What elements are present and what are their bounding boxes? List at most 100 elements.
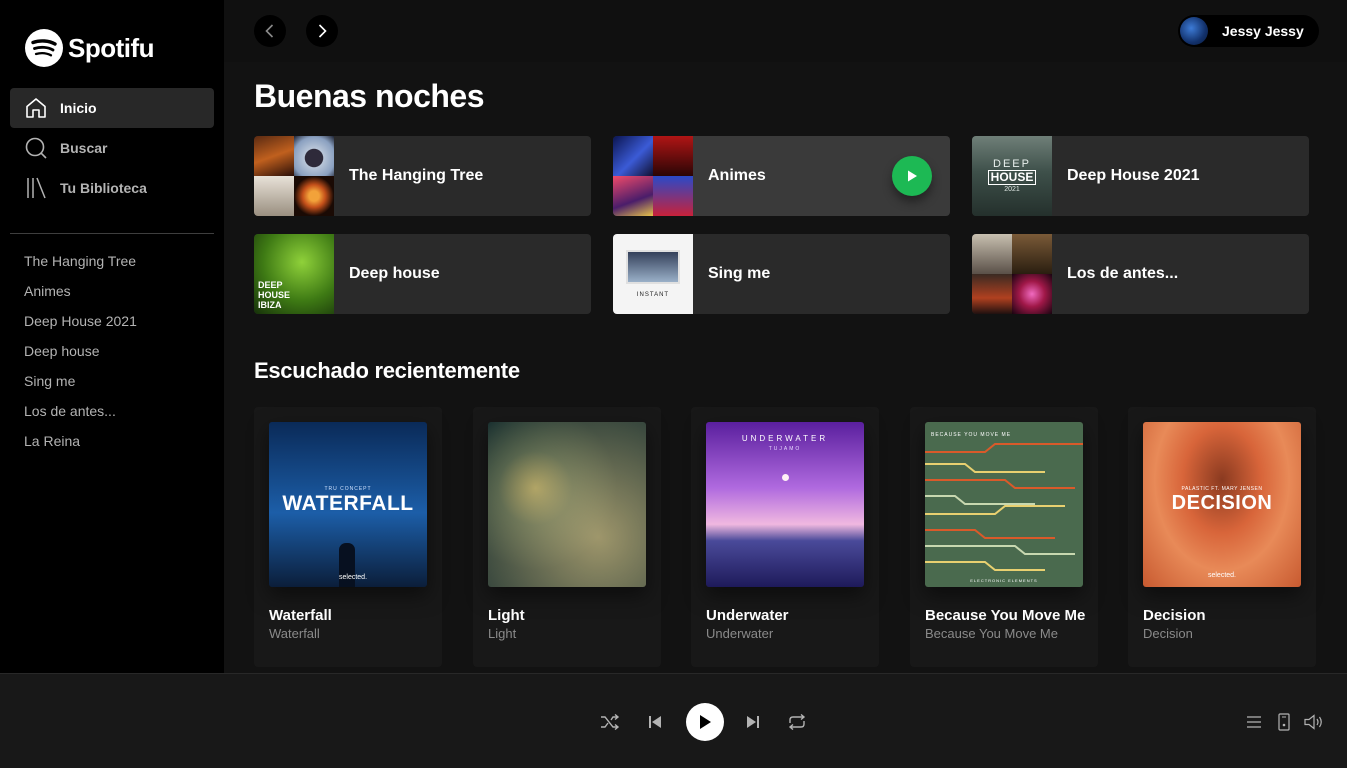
playlist-item[interactable]: The Hanging Tree	[24, 249, 137, 279]
card-title: Waterfall	[269, 607, 332, 624]
cover-text: INSTANT	[636, 292, 670, 298]
play-button-circle	[686, 702, 724, 741]
playlist-item[interactable]: Deep house	[24, 339, 137, 369]
recent-card[interactable]: BECAUSE YOU MOVE ME ELECTRONIC ELEMENTS …	[910, 407, 1098, 667]
cover-text: UNDERWATER	[741, 434, 829, 443]
play-pause-button[interactable]	[686, 674, 724, 768]
recent-card[interactable]: UNDERWATER TUJAMO Underwater Underwater	[691, 407, 879, 667]
cover-text: TUJAMO	[768, 446, 802, 452]
card-subtitle: Light	[488, 626, 517, 641]
recent-card[interactable]: PALASTIC FT. MARY JENSEN DECISION select…	[1128, 407, 1316, 667]
volume-icon	[1304, 713, 1322, 730]
user-menu-button[interactable]: Jessy Jessy	[1178, 15, 1319, 47]
main-nav: Inicio Buscar Tu Biblioteca	[10, 88, 214, 208]
next-icon	[747, 715, 759, 728]
cover-text: selected.	[488, 534, 490, 563]
device-icon	[1278, 712, 1290, 731]
logo-text: Spotifu	[68, 32, 155, 63]
recent-card[interactable]: selected. Light Light	[473, 407, 661, 667]
quick-pick-title: Animes	[708, 167, 766, 184]
playlist-list: The Hanging Tree Animes Deep House 2021 …	[24, 249, 137, 459]
previous-button[interactable]	[645, 674, 665, 768]
playlist-cover: INSTANT	[613, 234, 693, 314]
avatar	[1180, 17, 1208, 45]
search-icon	[24, 136, 48, 160]
quick-pick-title: The Hanging Tree	[349, 167, 484, 184]
main-view: Jessy Jessy Buenas noches The Hanging Tr…	[224, 0, 1347, 673]
album-cover: selected.	[488, 422, 646, 587]
card-subtitle: Decision	[1143, 626, 1193, 641]
card-subtitle: Because You Move Me	[925, 626, 1058, 641]
play-button[interactable]	[892, 156, 932, 196]
playlist-item[interactable]: Los de antes...	[24, 399, 137, 429]
playlist-item[interactable]: Sing me	[24, 369, 137, 399]
cover-text: DEEP	[993, 157, 1031, 170]
album-cover: UNDERWATER TUJAMO	[706, 422, 864, 587]
back-button[interactable]	[254, 15, 286, 47]
next-button[interactable]	[743, 674, 763, 768]
playlist-cover: DEEP HOUSE IBIZA	[254, 234, 334, 314]
nav-item-search[interactable]: Buscar	[10, 128, 214, 168]
card-title: Underwater	[706, 607, 789, 624]
player-bar	[0, 673, 1347, 768]
forward-button[interactable]	[306, 15, 338, 47]
top-bar: Jessy Jessy	[224, 0, 1347, 62]
queue-icon	[1247, 715, 1261, 728]
cover-text: WATERFALL	[282, 492, 414, 515]
device-button[interactable]	[1274, 674, 1294, 768]
playlist-cover	[972, 234, 1052, 314]
nav-item-home[interactable]: Inicio	[10, 88, 214, 128]
playlist-item[interactable]: Animes	[24, 279, 137, 309]
nav-label-home: Inicio	[60, 100, 97, 116]
user-name: Jessy Jessy	[1222, 23, 1304, 39]
quick-pick-card[interactable]: The Hanging Tree	[254, 136, 591, 216]
queue-button[interactable]	[1244, 674, 1264, 768]
spotify-logo-icon	[25, 29, 63, 67]
repeat-icon	[788, 713, 806, 730]
spotify-logo[interactable]: Spotifu	[24, 28, 155, 68]
cover-text: DECISION	[1171, 492, 1273, 514]
nav-label-library: Tu Biblioteca	[60, 180, 147, 196]
quick-pick-card[interactable]: Los de antes...	[972, 234, 1309, 314]
quick-pick-title: Deep house	[349, 265, 440, 282]
card-title: Because You Move Me	[925, 607, 1086, 624]
home-icon	[24, 96, 48, 120]
sidebar-divider	[10, 233, 214, 234]
cover-text: BECAUSE YOU MOVE ME	[931, 432, 1012, 438]
playlist-item[interactable]: Deep House 2021	[24, 309, 137, 339]
card-subtitle: Waterfall	[269, 626, 320, 641]
sidebar: Spotifu Inicio Buscar Tu Biblioteca The …	[0, 0, 224, 673]
play-icon	[908, 170, 917, 182]
cover-text: 2021	[1004, 185, 1020, 193]
quick-pick-card[interactable]: INSTANT Sing me	[613, 234, 950, 314]
shuffle-button[interactable]	[598, 674, 622, 768]
previous-icon	[649, 715, 661, 728]
card-subtitle: Underwater	[706, 626, 774, 641]
quick-pick-title: Sing me	[708, 265, 771, 282]
shuffle-icon	[601, 713, 620, 730]
playlist-cover: DEEP HOUSE 2021	[972, 136, 1052, 216]
chevron-left-icon	[265, 24, 274, 38]
quick-pick-card[interactable]: DEEP HOUSE IBIZA Deep house	[254, 234, 591, 314]
cover-text: ELECTRONIC ELEMENTS	[970, 578, 1038, 583]
album-cover: PALASTIC FT. MARY JENSEN DECISION select…	[1143, 422, 1301, 587]
quick-pick-card[interactable]: Animes	[613, 136, 950, 216]
album-cover: TRU CONCEPT WATERFALL selected.	[269, 422, 427, 587]
repeat-button[interactable]	[785, 674, 809, 768]
nav-label-search: Buscar	[60, 140, 108, 156]
play-icon	[700, 714, 711, 729]
cover-text: selected.	[1207, 572, 1237, 579]
quick-pick-card[interactable]: DEEP HOUSE 2021 Deep House 2021	[972, 136, 1309, 216]
home-content: Buenas noches The Hanging Tree Animes DE…	[254, 62, 1324, 667]
playlist-item[interactable]: La Reina	[24, 429, 137, 459]
cover-text: DEEP HOUSE IBIZA	[258, 280, 291, 310]
album-cover: BECAUSE YOU MOVE ME ELECTRONIC ELEMENTS	[925, 422, 1083, 587]
volume-button[interactable]	[1303, 674, 1325, 768]
chevron-right-icon	[318, 24, 327, 38]
card-title: Decision	[1143, 607, 1206, 624]
section-title: Escuchado recientemente	[254, 358, 520, 383]
cover-text: HOUSE	[987, 169, 1037, 185]
playlist-cover	[613, 136, 693, 216]
recent-card[interactable]: TRU CONCEPT WATERFALL selected. Waterfal…	[254, 407, 442, 667]
nav-item-library[interactable]: Tu Biblioteca	[10, 168, 214, 208]
